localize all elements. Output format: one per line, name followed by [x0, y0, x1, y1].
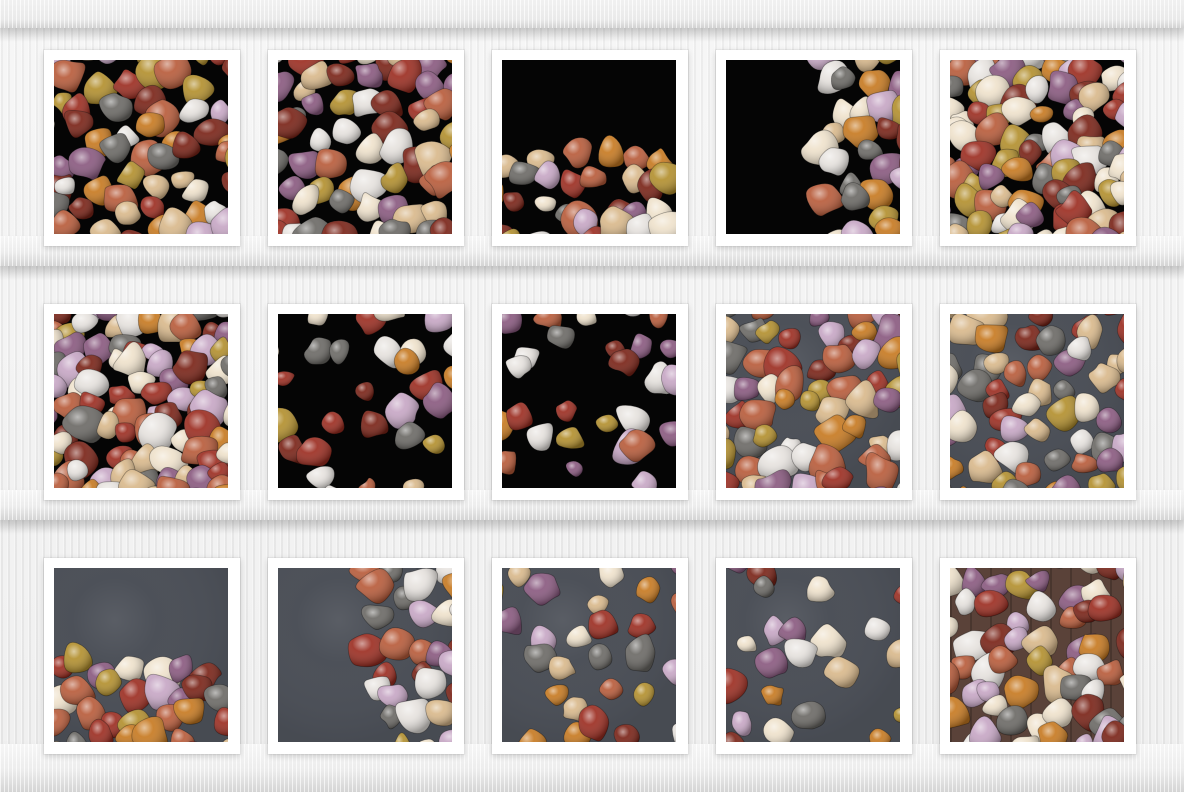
gemstone: [974, 324, 1009, 354]
photo-frame: [492, 304, 688, 500]
gemstone: [799, 390, 821, 412]
photo-frame: [716, 304, 912, 500]
photo-frame: [940, 50, 1136, 246]
gemstone-photo: [502, 568, 676, 742]
photo-frame: [44, 304, 240, 500]
gemstone-photo: [278, 60, 452, 234]
gemstone-photo: [278, 314, 452, 488]
gemstone: [135, 112, 165, 138]
gemstone: [950, 75, 964, 98]
shelf-shadow: [0, 266, 1184, 280]
gemstone-photo: [54, 568, 228, 742]
photo-frame: [492, 558, 688, 754]
shelf-top-board: [0, 0, 1184, 28]
gemstone-photo: [502, 314, 676, 488]
gemstone: [1087, 594, 1123, 622]
gemstone-photo: [726, 60, 900, 234]
photo-frame: [268, 50, 464, 246]
gemstone-collage: [0, 0, 1184, 792]
photo-frame: [44, 50, 240, 246]
gemstone: [778, 327, 801, 350]
gemstone-photo: [950, 568, 1124, 742]
gemstone: [502, 450, 517, 476]
gemstone: [314, 148, 348, 179]
photo-frame: [492, 50, 688, 246]
photo-frame: [716, 558, 912, 754]
photo-frame: [268, 558, 464, 754]
gemstone-photo: [278, 568, 452, 742]
gemstone-photo: [726, 314, 900, 488]
gemstone: [424, 314, 452, 333]
gemstone-photo: [950, 314, 1124, 488]
gemstone-photo: [726, 568, 900, 742]
gemstone-photo: [54, 314, 228, 488]
gemstone: [966, 210, 993, 234]
gemstone: [114, 422, 137, 443]
photo-frame: [940, 304, 1136, 500]
gemstone: [738, 399, 777, 431]
photo-frame: [44, 558, 240, 754]
gemstone-photo: [54, 60, 228, 234]
gemstone: [733, 376, 761, 401]
shelf-shadow: [0, 520, 1184, 534]
gemstone-photo: [950, 60, 1124, 234]
shelf-shadow: [0, 28, 1184, 42]
photo-frame: [268, 304, 464, 500]
photo-frame: [716, 50, 912, 246]
photo-frame: [940, 558, 1136, 754]
gemstone-photo: [502, 60, 676, 234]
